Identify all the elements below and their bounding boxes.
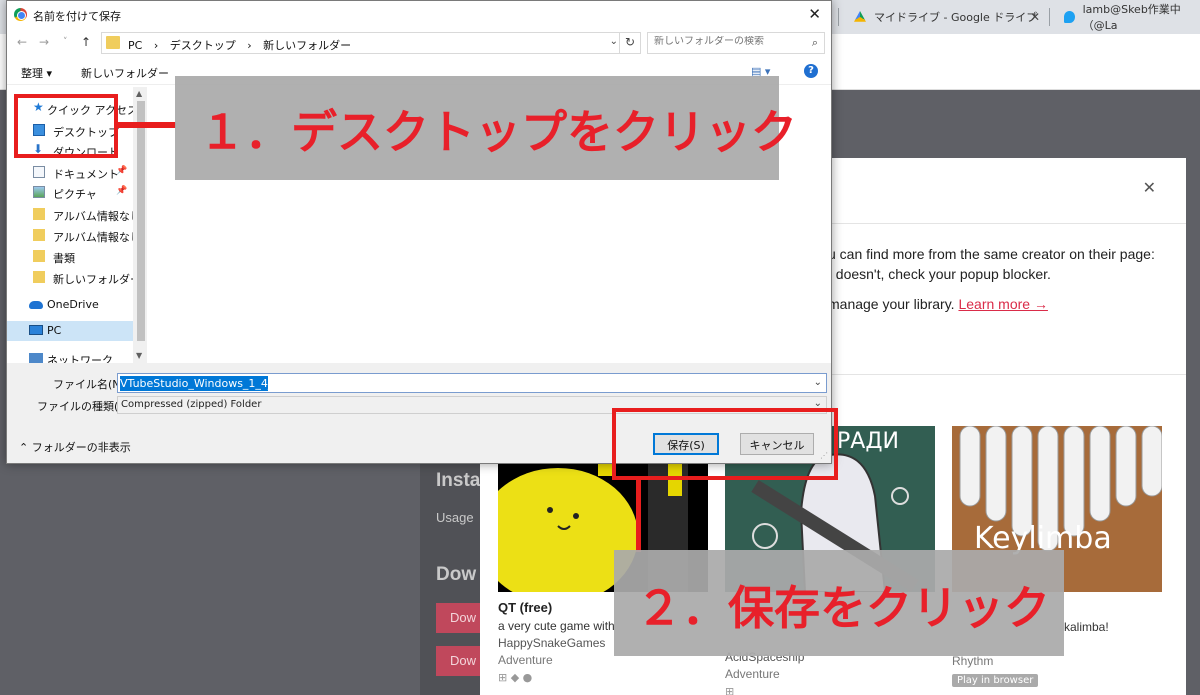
breadcrumb-item[interactable]: 新しいフォルダー [263,39,351,52]
up-arrow-icon[interactable]: ↑ [81,35,91,49]
nav-item-label: ドキュメント [53,168,119,181]
scroll-up-icon[interactable]: ▲ [136,89,142,98]
nav-item-pictures[interactable]: ピクチャ 📌 [7,183,143,203]
platform-icons: ⊞ ◆ ● [498,671,533,684]
install-heading: Insta [436,470,481,491]
annotation-box-desktop [14,94,118,158]
chrome-icon [14,8,27,21]
breadcrumb: PC › デスクトップ › 新しいフォルダー [128,37,359,53]
filename-field[interactable]: ⌄ [117,373,827,393]
nav-item-label: 新しいフォルダー [53,273,141,286]
learn-more-link[interactable]: Learn more → [958,296,1047,312]
recent-chevron-icon[interactable]: ˅ [63,37,68,47]
folder-icon [33,271,45,283]
filetype-value: Compressed (zipped) Folder [121,399,262,410]
back-arrow-icon[interactable]: ← [17,35,27,49]
dialog-titlebar[interactable]: 名前を付けて保存 ✕ [7,1,831,29]
modal-line-creator: u can find more from the same creator on… [828,246,1155,262]
cloud-icon [29,301,43,309]
refresh-icon[interactable]: ↻ [619,32,641,54]
tab-title: マイドライブ - Google ドライブ [874,11,1038,24]
google-drive-icon [854,11,866,22]
nav-item-label: OneDrive [47,298,99,311]
browser-tab-drive[interactable]: マイドライブ - Google ドライブ ✕ [840,0,1050,34]
pc-icon [29,325,43,335]
hide-folders-label: フォルダーの非表示 [31,441,131,454]
annotation-box-save [612,408,838,480]
browser-tab-twitter[interactable]: lamb@Skeb作業中（@La [1050,0,1200,34]
folder-icon [33,208,45,220]
pin-icon: 📌 [116,186,128,196]
breadcrumb-separator[interactable]: › [154,39,158,52]
network-icon [29,353,43,363]
tab-title: lamb@Skeb作業中（@La [1082,3,1181,32]
save-as-dialog: 名前を付けて保存 ✕ ← → ˅ ↑ PC › デスクトップ › 新しいフォルダ… [6,0,832,464]
chevron-down-icon[interactable]: ⌄ [610,36,618,47]
nav-item-folder[interactable]: 書類 [7,247,143,267]
document-icon [33,166,45,178]
chevron-up-icon: ⌃ [19,441,29,454]
tab-close-icon[interactable]: ✕ [1030,10,1040,24]
breadcrumb-item[interactable]: PC [128,39,142,52]
play-in-browser-badge: Play in browser [952,674,1039,687]
game-art-text: РАДИ [837,429,899,454]
nav-item-label: アルバム情報なし ( [53,231,143,244]
annotation-step1: １．デスクトップをクリック [175,76,797,180]
nav-item-documents[interactable]: ドキュメント 📌 [7,163,143,183]
picture-icon [33,186,45,198]
breadcrumb-item[interactable]: デスクトップ [170,39,236,52]
annotation-connector [636,480,641,552]
annotation-step2: ２．保存をクリック [614,550,1064,656]
nav-item-folder[interactable]: アルバム情報なし ( [7,205,143,225]
pin-icon: 📌 [116,166,128,176]
nav-item-label: 書類 [53,252,75,265]
scrollbar-thumb[interactable] [137,101,145,341]
nav-item-pc[interactable]: PC [7,321,133,341]
scroll-down-icon[interactable]: ▼ [136,351,142,360]
nav-item-label: ネットワーク [47,354,113,363]
nav-item-label: ピクチャ [53,188,97,201]
library-text: manage your library. [828,296,955,312]
search-field[interactable]: ⌕ [647,32,825,54]
download-heading: Dow [436,564,477,585]
folder-icon [33,229,45,241]
filename-input[interactable] [120,376,800,391]
organize-menu[interactable]: 整理 ▾ [21,65,52,81]
nav-item-label: アルバム情報なし ( [53,210,143,223]
nav-item-folder[interactable]: 新しいフォルダー [7,268,143,288]
tab-separator [838,8,839,26]
platform-icons: ⊞ [725,685,735,695]
modal-close-icon[interactable]: ✕ [1143,178,1156,197]
game-genre: Rhythm [952,654,994,668]
new-folder-button[interactable]: 新しいフォルダー [81,65,169,81]
usage-text: Usage [436,510,474,525]
dialog-close-icon[interactable]: ✕ [808,5,821,23]
download-button[interactable]: Dow [436,603,480,633]
chevron-down-icon[interactable]: ⌄ [814,377,822,388]
nav-item-folder[interactable]: アルバム情報なし ( [7,226,143,246]
download-button[interactable]: Dow [436,646,480,676]
nav-item-onedrive[interactable]: OneDrive [7,295,143,315]
folder-icon [106,36,120,49]
forward-arrow-icon[interactable]: → [39,35,49,49]
modal-line-popup: t doesn't, check your popup blocker. [828,266,1051,282]
twitter-bird-icon [1064,11,1075,23]
navigation-row: ← → ˅ ↑ PC › デスクトップ › 新しいフォルダー ⌄ ↻ ⌕ [7,29,831,57]
breadcrumb-separator[interactable]: › [247,39,251,52]
folder-icon [33,250,45,262]
nav-item-network[interactable]: ネットワーク [7,349,143,363]
annotation-connector [118,122,176,128]
help-icon[interactable]: ? [804,64,818,78]
nav-item-label: PC [47,324,62,337]
search-input[interactable] [654,36,804,47]
search-icon[interactable]: ⌕ [812,36,818,50]
modal-line-library: manage your library. Learn more → [828,296,1048,312]
hide-folders-toggle[interactable]: ⌃ フォルダーの非表示 [19,439,131,455]
address-bar[interactable]: PC › デスクトップ › 新しいフォルダー ⌄ [101,32,623,54]
dialog-title: 名前を付けて保存 [33,10,121,23]
game-genre: Adventure [725,667,780,681]
